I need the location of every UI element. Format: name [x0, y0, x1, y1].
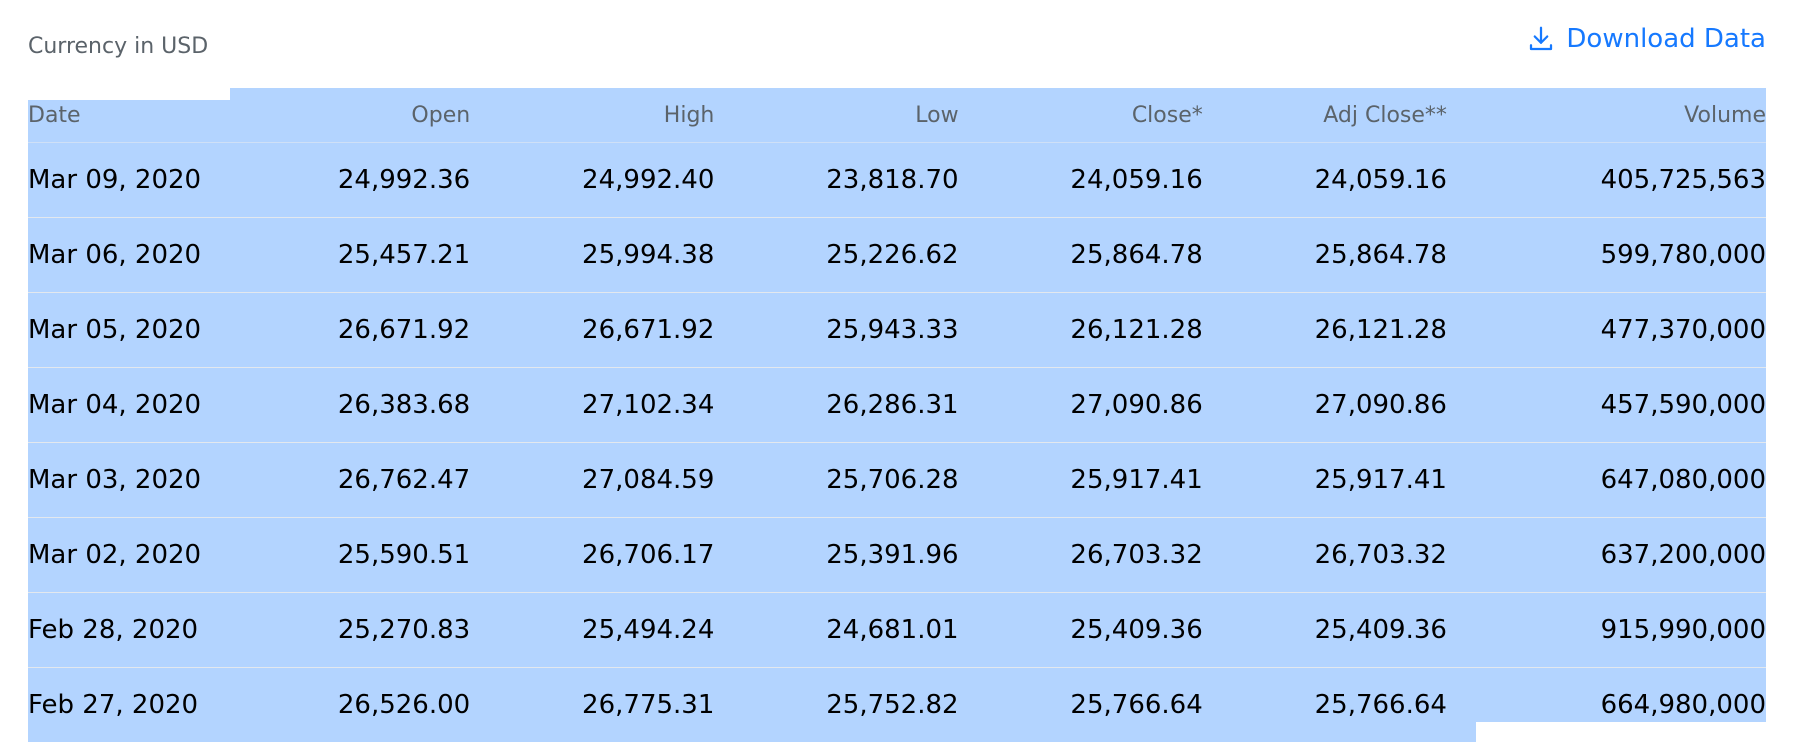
header-volume: Volume: [1446, 88, 1766, 143]
cell-close: 25,766.64: [958, 667, 1203, 742]
table-row: Mar 02, 2020 25,590.51 26,706.17 25,391.…: [28, 517, 1766, 593]
header-open: Open: [226, 88, 471, 143]
cell-date: Mar 03, 2020: [28, 442, 226, 518]
cell-high: 27,084.59: [470, 442, 715, 518]
historical-prices-table: Date Open High Low Close* Adj Close** Vo…: [28, 88, 1766, 742]
table-header-row: Date Open High Low Close* Adj Close** Vo…: [28, 88, 1766, 143]
table-row: Mar 05, 2020 26,671.92 26,671.92 25,943.…: [28, 292, 1766, 368]
currency-label: Currency in USD: [28, 34, 209, 59]
cell-date: Mar 06, 2020: [28, 217, 226, 293]
historical-prices-table-container: Date Open High Low Close* Adj Close** Vo…: [28, 88, 1766, 742]
cell-adj-close: 25,409.36: [1202, 592, 1447, 668]
cell-open: 26,762.47: [226, 442, 471, 518]
header-close: Close*: [958, 88, 1203, 143]
header-high: High: [470, 88, 715, 143]
cell-adj-close: 25,917.41: [1202, 442, 1447, 518]
cell-close: 26,703.32: [958, 517, 1203, 593]
cell-volume: 915,990,000: [1446, 592, 1766, 668]
cell-low: 26,286.31: [714, 367, 959, 443]
table-row: Feb 28, 2020 25,270.83 25,494.24 24,681.…: [28, 592, 1766, 668]
cell-volume: 647,080,000: [1446, 442, 1766, 518]
cell-volume: 457,590,000: [1446, 367, 1766, 443]
cell-date: Mar 04, 2020: [28, 367, 226, 443]
cell-high: 24,992.40: [470, 142, 715, 218]
cell-volume: 405,725,563: [1446, 142, 1766, 218]
table-row: Mar 03, 2020 26,762.47 27,084.59 25,706.…: [28, 442, 1766, 518]
cell-high: 25,994.38: [470, 217, 715, 293]
cell-adj-close: 27,090.86: [1202, 367, 1447, 443]
table-row: Mar 06, 2020 25,457.21 25,994.38 25,226.…: [28, 217, 1766, 293]
cell-close: 24,059.16: [958, 142, 1203, 218]
cell-adj-close: 24,059.16: [1202, 142, 1447, 218]
cell-open: 26,383.68: [226, 367, 471, 443]
cell-close: 25,409.36: [958, 592, 1203, 668]
cell-low: 25,391.96: [714, 517, 959, 593]
cell-date: Feb 28, 2020: [28, 592, 226, 668]
header-date: Date: [28, 88, 226, 143]
cell-open: 24,992.36: [226, 142, 471, 218]
header-adj-close: Adj Close**: [1202, 88, 1447, 143]
cell-open: 26,671.92: [226, 292, 471, 368]
cell-volume: 599,780,000: [1446, 217, 1766, 293]
table-toolbar: Currency in USD Download Data: [28, 22, 1766, 66]
cell-date: Mar 05, 2020: [28, 292, 226, 368]
cell-open: 26,526.00: [226, 667, 471, 742]
cell-volume: 664,980,000: [1446, 667, 1766, 742]
cell-low: 24,681.01: [714, 592, 959, 668]
cell-open: 25,457.21: [226, 217, 471, 293]
cell-close: 25,917.41: [958, 442, 1203, 518]
cell-date: Mar 02, 2020: [28, 517, 226, 593]
download-data-label: Download Data: [1566, 24, 1766, 54]
cell-low: 25,943.33: [714, 292, 959, 368]
cell-low: 25,226.62: [714, 217, 959, 293]
header-low: Low: [714, 88, 959, 143]
cell-high: 26,706.17: [470, 517, 715, 593]
cell-low: 23,818.70: [714, 142, 959, 218]
table-row: Feb 27, 2020 26,526.00 26,775.31 25,752.…: [28, 667, 1766, 742]
cell-close: 27,090.86: [958, 367, 1203, 443]
cell-open: 25,270.83: [226, 592, 471, 668]
cell-low: 25,752.82: [714, 667, 959, 742]
cell-high: 27,102.34: [470, 367, 715, 443]
cell-open: 25,590.51: [226, 517, 471, 593]
cell-date: Feb 27, 2020: [28, 667, 226, 742]
table-row: Mar 04, 2020 26,383.68 27,102.34 26,286.…: [28, 367, 1766, 443]
download-data-button[interactable]: Download Data: [1526, 24, 1766, 54]
cell-date: Mar 09, 2020: [28, 142, 226, 218]
cell-high: 25,494.24: [470, 592, 715, 668]
cell-close: 25,864.78: [958, 217, 1203, 293]
cell-adj-close: 25,864.78: [1202, 217, 1447, 293]
cell-low: 25,706.28: [714, 442, 959, 518]
cell-high: 26,671.92: [470, 292, 715, 368]
cell-volume: 477,370,000: [1446, 292, 1766, 368]
cell-close: 26,121.28: [958, 292, 1203, 368]
table-row: Mar 09, 2020 24,992.36 24,992.40 23,818.…: [28, 142, 1766, 218]
cell-adj-close: 26,703.32: [1202, 517, 1447, 593]
cell-volume: 637,200,000: [1446, 517, 1766, 593]
cell-high: 26,775.31: [470, 667, 715, 742]
cell-adj-close: 26,121.28: [1202, 292, 1447, 368]
cell-adj-close: 25,766.64: [1202, 667, 1447, 742]
download-icon: [1526, 24, 1556, 54]
